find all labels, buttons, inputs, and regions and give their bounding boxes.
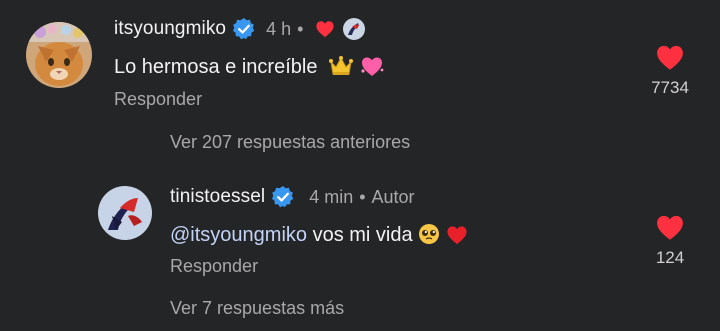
separator-dot: • <box>359 186 366 207</box>
reply-button[interactable]: Responder <box>170 256 258 277</box>
creator-heart-icon <box>315 18 366 40</box>
creator-avatar-icon <box>343 18 366 40</box>
like-heart-icon[interactable] <box>655 44 685 76</box>
like-count: 7734 <box>651 78 689 97</box>
red-heart-emoji <box>446 225 468 251</box>
comment-text: @itsyoungmiko vos mi vida <box>170 223 468 251</box>
like-heart-icon[interactable] <box>655 214 685 246</box>
verified-badge-icon <box>232 17 256 41</box>
comment-header: itsyoungmiko 4 h • <box>114 16 366 42</box>
separator-dot: • <box>297 18 304 39</box>
comment-text-content: Lo hermosa e increíble <box>114 56 318 78</box>
username[interactable]: tinistoessel <box>170 186 265 208</box>
verified-badge-icon <box>271 185 295 209</box>
view-more-replies-button[interactable]: Ver 7 respuestas más <box>170 298 344 319</box>
comment-tinistoessel: tinistoessel 4 min • Autor @itsyoungmiko… <box>0 170 720 290</box>
like-count: 124 <box>655 248 685 267</box>
like-column: 124 <box>640 214 700 268</box>
view-previous-replies-button[interactable]: Ver 207 respuestas anteriores <box>170 132 410 153</box>
comment-itsyoungmiko: itsyoungmiko 4 h • Lo hermosa e increíbl… <box>0 0 720 130</box>
avatar[interactable] <box>26 22 92 88</box>
comment-header: tinistoessel 4 min • Autor <box>170 184 415 210</box>
comment-text-content: vos mi vida <box>307 224 413 246</box>
mention-link[interactable]: @itsyoungmiko <box>170 224 307 246</box>
pleading-face-emoji <box>418 223 440 251</box>
crown-emoji <box>329 55 354 83</box>
timestamp: 4 h <box>266 18 292 39</box>
like-column: 7734 <box>640 44 700 98</box>
username[interactable]: itsyoungmiko <box>114 18 226 40</box>
timestamp: 4 min <box>309 186 354 207</box>
heart-emoji <box>359 55 385 83</box>
author-badge: Autor <box>371 186 415 207</box>
comment-text: Lo hermosa e increíble <box>114 55 385 83</box>
avatar[interactable] <box>98 186 152 240</box>
reply-button[interactable]: Responder <box>114 89 202 110</box>
